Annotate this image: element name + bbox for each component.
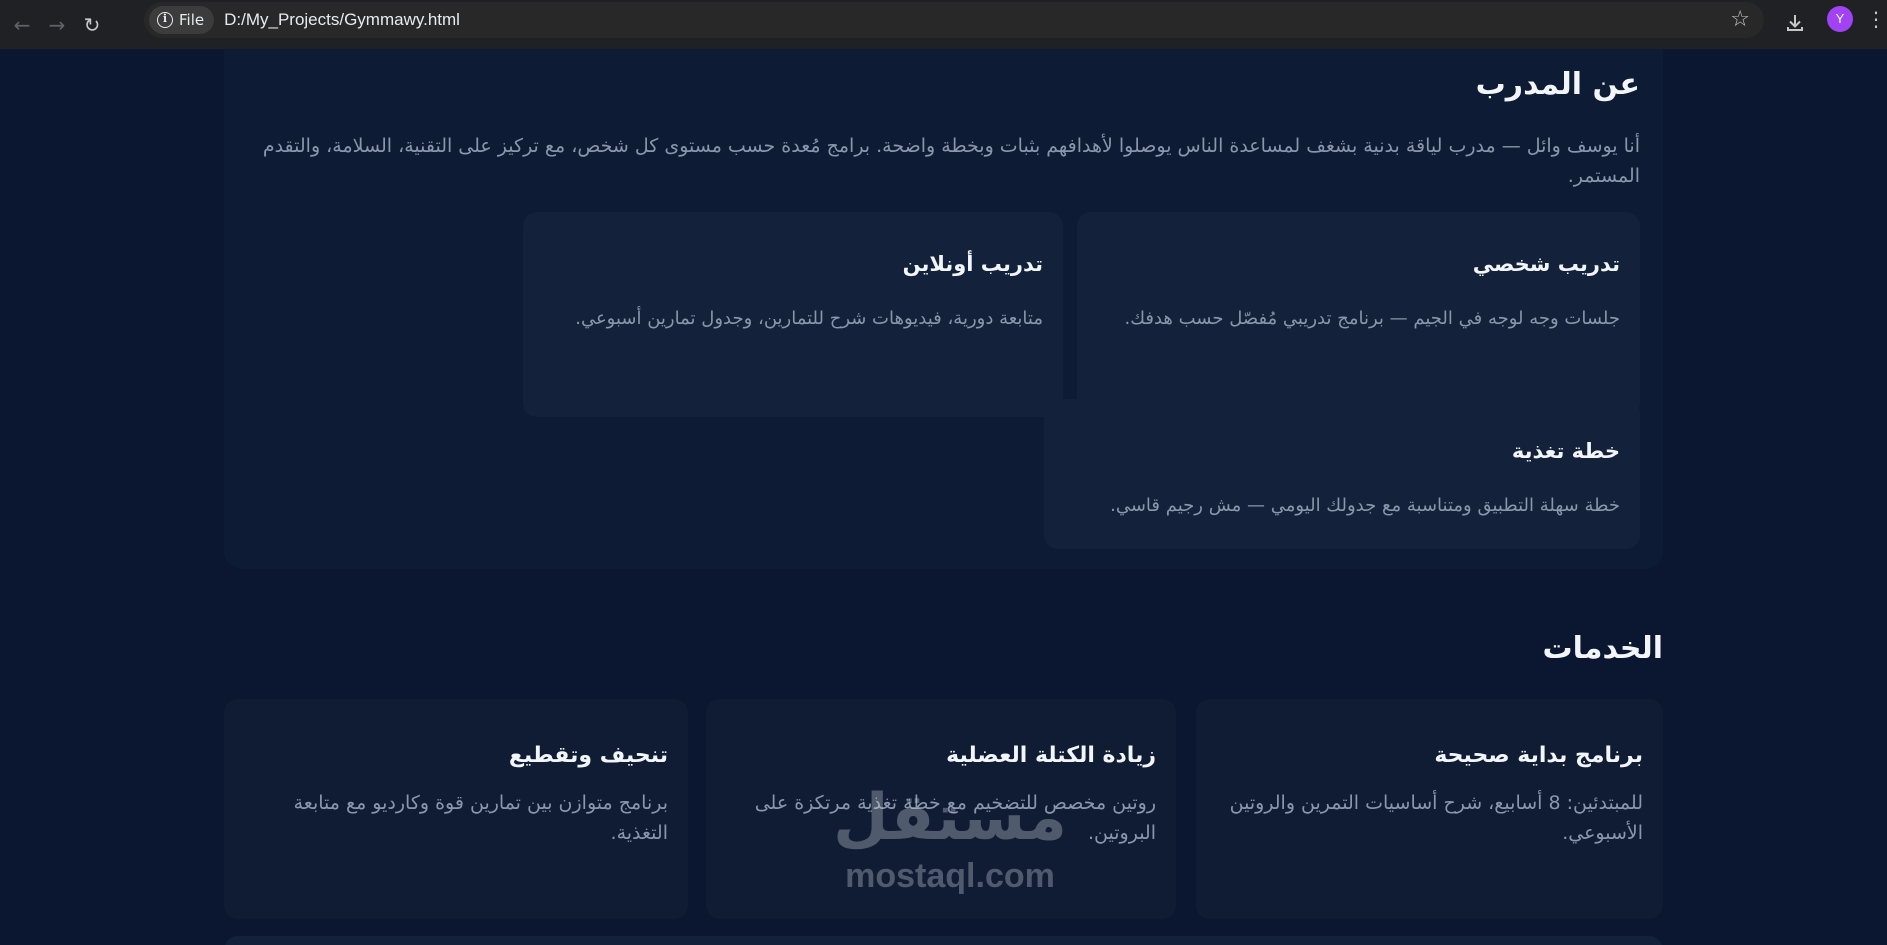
star-icon[interactable]: ☆ [1730,7,1750,32]
service-card-fat-loss[interactable]: تنحيف وتقطيع برنامج متوازن بين تمارين قو… [224,699,688,919]
card-text: للمبتدئين: 8 أسابيع، شرح أساسيات التمرين… [1229,792,1643,844]
info-icon: i [157,12,173,28]
service-card-beginner[interactable]: برنامج بداية صحيحة للمبتدئين: 8 أسابيع، … [1196,699,1663,919]
card-text: خطة سهلة التطبيق ومتناسبة مع جدولك اليوم… [1110,495,1620,516]
card-title: تدريب شخصي [1472,252,1620,276]
address-bar[interactable]: i File D:/My_Projects/Gymmawy.html ☆ [144,2,1764,38]
url-text[interactable]: D:/My_Projects/Gymmawy.html [224,10,460,30]
download-icon[interactable] [1780,8,1810,38]
card-text: برنامج متوازن بين تمارين قوة وكارديو مع … [293,792,668,844]
about-description: أنا يوسف وائل — مدرب لياقة بدنية بشغف لم… [262,135,1640,187]
profile-avatar[interactable]: Y [1827,6,1853,32]
service-card-muscle-gain[interactable]: زيادة الكتلة العضلية روتين مخصص للتضخيم … [706,699,1176,919]
card-title: برنامج بداية صحيحة [1434,743,1643,768]
about-card-personal-training: تدريب شخصي جلسات وجه لوجه في الجيم — برن… [1077,212,1640,417]
arrow-right-icon[interactable]: → [43,11,71,39]
browser-toolbar: ← → ↻ i File D:/My_Projects/Gymmawy.html… [0,0,1887,49]
card-text: روتين مخصص للتضخيم مع خطة تغذية مرتكزة ع… [754,792,1156,844]
page-content: عن المدرب أنا يوسف وائل — مدرب لياقة بدن… [0,49,1887,945]
card-title: تنحيف وتقطيع [508,743,668,768]
services-title: الخدمات [1542,631,1663,666]
card-text: جلسات وجه لوجه في الجيم — برنامج تدريبي … [1124,308,1620,329]
card-title: تدريب أونلاين [902,252,1043,276]
card-text: متابعة دورية، فيديوهات شرح للتمارين، وجد… [575,308,1043,329]
arrow-left-icon[interactable]: ← [8,11,36,39]
about-card-online-training: تدريب أونلاين متابعة دورية، فيديوهات شرح… [523,212,1063,417]
card-title: خطة تغذية [1511,439,1620,463]
about-card-nutrition-plan: خطة تغذية خطة سهلة التطبيق ومتناسبة مع ج… [1044,399,1640,549]
card-title: زيادة الكتلة العضلية [946,743,1156,768]
kebab-menu-icon[interactable]: ⋮ [1866,6,1886,32]
reload-icon[interactable]: ↻ [78,11,106,39]
next-section-edge [224,936,1663,945]
about-title: عن المدرب [1475,67,1640,102]
site-info-label: File [179,11,205,29]
site-info-chip[interactable]: i File [149,6,215,34]
